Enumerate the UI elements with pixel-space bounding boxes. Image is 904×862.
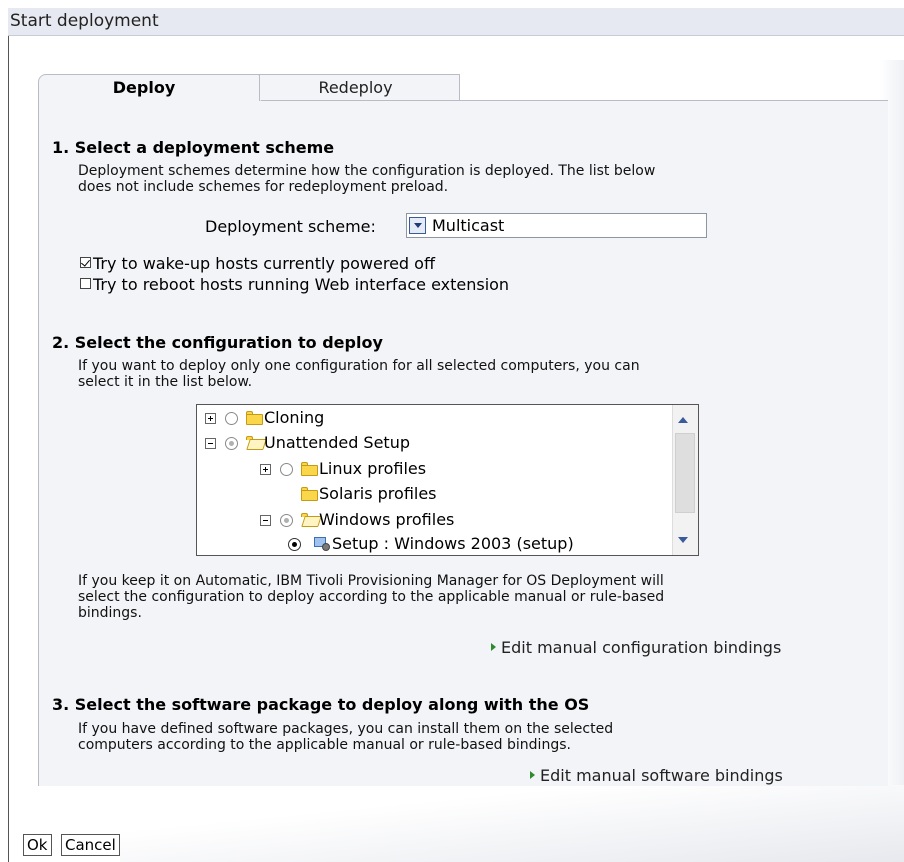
window-title: Start deployment [10, 11, 159, 31]
deployment-scheme-label: Deployment scheme: [205, 217, 376, 236]
edit-configuration-bindings-label: Edit manual configuration bindings [501, 638, 782, 657]
radio-partial-icon[interactable] [280, 514, 293, 527]
checkbox-checked-icon[interactable] [80, 257, 91, 268]
section2-desc-line1: If you want to deploy only one configura… [78, 358, 640, 374]
radio-unselected-icon[interactable] [225, 412, 238, 425]
section1-desc-line2: does not include schemes for redeploymen… [78, 179, 449, 195]
folder-icon [246, 411, 263, 425]
radio-partial-icon[interactable] [225, 437, 238, 450]
section1-heading: 1. Select a deployment scheme [52, 138, 335, 157]
expand-icon[interactable] [205, 413, 216, 424]
section2-note-line1: If you keep it on Automatic, IBM Tivoli … [78, 573, 664, 589]
deployment-scheme-value: Multicast [432, 216, 505, 235]
folder-open-icon [246, 436, 267, 450]
section1-desc-line1: Deployment schemes determine how the con… [78, 163, 656, 179]
radio-unselected-icon[interactable] [280, 463, 293, 476]
radio-selected-icon[interactable] [288, 538, 301, 551]
left-border [8, 36, 9, 862]
section3-heading: 3. Select the software package to deploy… [52, 695, 590, 714]
tree-row-windows-profiles[interactable]: Windows profiles [197, 509, 667, 531]
bottom-shadow [120, 785, 904, 862]
cancel-button[interactable]: Cancel [61, 834, 120, 856]
expand-icon[interactable] [260, 464, 271, 475]
tab-redeploy-label: Redeploy [318, 78, 393, 97]
edit-software-bindings-label: Edit manual software bindings [540, 766, 783, 785]
scroll-thumb[interactable] [675, 433, 695, 513]
section2-desc-line2: select it in the list below. [78, 374, 253, 390]
section3-desc-line2: computers according to the applicable ma… [78, 737, 571, 753]
collapse-icon[interactable] [260, 515, 271, 526]
wake-up-hosts-label: Try to wake-up hosts currently powered o… [93, 254, 435, 273]
checkbox-unchecked-icon[interactable] [80, 278, 91, 289]
collapse-icon[interactable] [205, 438, 216, 449]
tree-row-label: Solaris profiles [319, 484, 437, 503]
edit-software-bindings-link[interactable]: Edit manual software bindings [530, 766, 783, 785]
tree-row-label: Setup : Windows 2003 (setup) [332, 534, 574, 553]
section2-heading: 2. Select the configuration to deploy [52, 333, 383, 352]
tree-row-label: Cloning [264, 408, 325, 427]
section3-desc-line1: If you have defined software packages, y… [78, 721, 614, 737]
wake-up-hosts-checkbox[interactable]: Try to wake-up hosts currently powered o… [80, 254, 435, 273]
tree-row-label: Unattended Setup [264, 433, 410, 452]
scroll-down-icon[interactable] [678, 537, 688, 543]
computer-icon [314, 537, 330, 551]
folder-icon [301, 462, 318, 476]
edit-configuration-bindings-link[interactable]: Edit manual configuration bindings [491, 638, 781, 657]
scroll-up-icon[interactable] [678, 417, 688, 423]
tree-scrollbar[interactable] [672, 405, 698, 555]
tree-row-setup-windows-2003[interactable]: Setup : Windows 2003 (setup) [197, 533, 667, 555]
folder-open-icon [301, 513, 322, 527]
tree-row-cloning[interactable]: Cloning [197, 407, 667, 429]
window-title-bar: Start deployment [8, 8, 904, 36]
reboot-hosts-checkbox[interactable]: Try to reboot hosts running Web interfac… [80, 275, 509, 294]
arrow-right-icon [491, 643, 496, 651]
tree-row-linux-profiles[interactable]: Linux profiles [197, 458, 667, 480]
tree-row-unattended-setup[interactable]: Unattended Setup [197, 432, 667, 454]
tree-row-solaris-profiles[interactable]: Solaris profiles [197, 483, 667, 505]
reboot-hosts-label: Try to reboot hosts running Web interfac… [93, 275, 510, 294]
section2-note-line3: bindings. [78, 605, 142, 621]
folder-icon [301, 487, 318, 501]
chevron-down-icon[interactable] [409, 217, 426, 234]
configuration-tree[interactable]: Cloning Unattended Setup Linux profiles … [196, 404, 699, 556]
arrow-right-icon [530, 771, 535, 779]
tab-deploy[interactable]: Deploy [38, 74, 260, 101]
tree-row-label: Linux profiles [319, 459, 427, 478]
section2-note-line2: select the configuration to deploy accor… [78, 589, 665, 605]
tab-deploy-label: Deploy [112, 78, 176, 97]
deployment-scheme-select[interactable]: Multicast [406, 213, 707, 238]
tree-row-label: Windows profiles [319, 510, 455, 529]
tab-redeploy[interactable]: Redeploy [252, 74, 460, 101]
ok-button[interactable]: Ok [23, 834, 52, 856]
